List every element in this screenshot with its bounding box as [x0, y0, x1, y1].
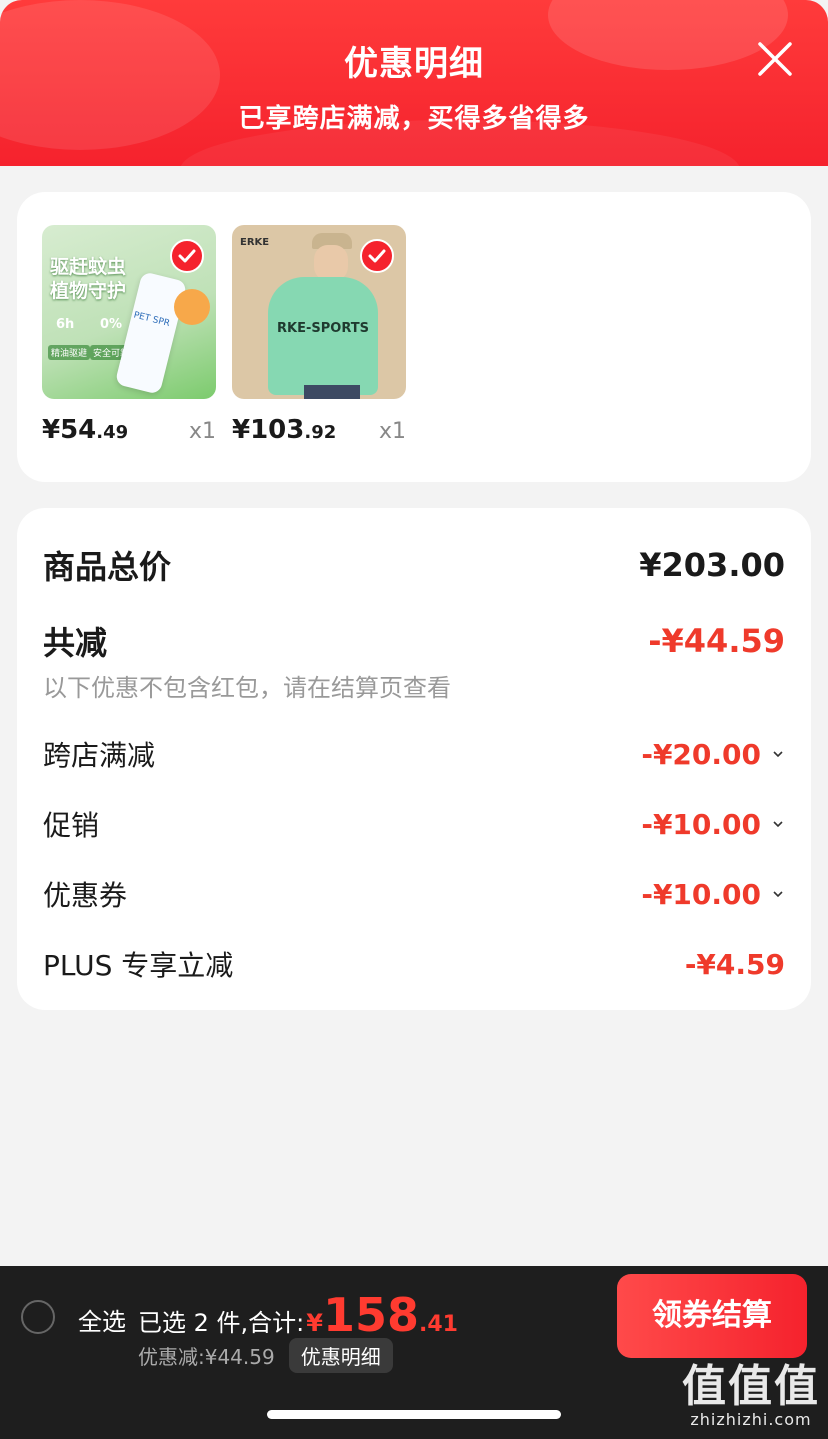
product-image-mosquito-spray: 驱赶蚊虫 植物守护 6h 0% 精油驱避 安全可靠 PET SPR — [42, 225, 216, 399]
red-packet-note: 以下优惠不包含红包，请在结算页查看 — [43, 674, 451, 702]
close-icon — [758, 42, 792, 76]
discount-detail-header: 优惠明细 已享跨店满减，买得多省得多 — [0, 0, 828, 166]
product-price: ¥54.49 — [42, 415, 128, 445]
watermark-logo: 值值值 — [682, 1361, 820, 1412]
discount-amount: -¥10.00 — [641, 807, 761, 841]
currency-symbol: ¥ — [306, 1309, 323, 1337]
discount-row-coupon[interactable]: 优惠券 -¥10.00 — [43, 874, 785, 914]
discount-label: 跨店满减 — [43, 739, 156, 772]
discount-value: -¥20.00 — [641, 738, 785, 771]
product-image-hoodie: ERKE RKE-SPORTS — [232, 225, 406, 399]
checkout-button[interactable]: 领券结算 — [617, 1274, 807, 1358]
discount-row-plus: PLUS 专享立减 -¥4.59 — [43, 944, 785, 984]
thumb-text: PET SPR — [132, 310, 171, 330]
thumb-text: 6h — [56, 317, 75, 332]
chevron-down-icon — [773, 821, 783, 828]
select-all-radio[interactable] — [21, 1300, 55, 1334]
close-button[interactable] — [756, 40, 794, 78]
price-integer: ¥103 — [232, 415, 305, 445]
discount-row-cross-store[interactable]: 跨店满减 -¥20.00 — [43, 734, 785, 774]
discount-label: PLUS 专享立减 — [43, 949, 234, 982]
jeans-shape — [304, 385, 360, 399]
selected-check[interactable] — [360, 239, 394, 273]
discount-row-promotion[interactable]: 促销 -¥10.00 — [43, 804, 785, 844]
total-reduction-row: 共减 -¥44.59 — [43, 618, 785, 664]
product-item[interactable]: ERKE RKE-SPORTS ¥103.92 x1 — [232, 225, 406, 445]
total-decimal: .41 — [418, 1312, 458, 1337]
promo-sticker — [174, 289, 210, 325]
total-reduction-value: -¥44.59 — [648, 622, 785, 660]
thumb-text: 0% — [100, 317, 123, 332]
hoodie-shape: RKE-SPORTS — [268, 277, 378, 395]
discount-label: 优惠券 — [43, 879, 128, 912]
selected-count: 已选 2 件,合计: — [138, 1309, 305, 1337]
discount-summary-text: 优惠减:¥44.59 — [138, 1345, 275, 1369]
product-quantity: x1 — [378, 419, 406, 444]
price-breakdown-card: 商品总价 ¥203.00 共减 -¥44.59 以下优惠不包含红包，请在结算页查… — [17, 508, 811, 1010]
total-integer: 158 — [322, 1288, 419, 1342]
check-icon — [178, 249, 196, 263]
product-price: ¥103.92 — [232, 415, 336, 445]
page-title: 优惠明细 — [344, 44, 484, 84]
site-watermark: 值值值 zhizhizhi.com — [682, 1350, 820, 1429]
thumb-text: 精油驱避 — [48, 345, 91, 360]
discount-amount: -¥20.00 — [641, 737, 761, 771]
selected-check[interactable] — [170, 239, 204, 273]
home-indicator[interactable] — [267, 1410, 561, 1419]
product-quantity: x1 — [188, 419, 216, 444]
total-amount: ¥158.41 — [306, 1288, 458, 1342]
chevron-down-icon — [773, 891, 783, 898]
discount-value: -¥10.00 — [641, 878, 785, 911]
product-item[interactable]: 驱赶蚊虫 植物守护 6h 0% 精油驱避 安全可靠 PET SPR ¥54.49… — [42, 225, 216, 445]
total-price-label: 商品总价 — [43, 548, 172, 586]
discount-value: -¥10.00 — [641, 808, 785, 841]
discount-summary: 优惠减:¥44.59 优惠明细 — [138, 1338, 393, 1373]
thumb-text: 驱赶蚊虫 — [50, 256, 127, 278]
chevron-down-icon — [773, 751, 783, 758]
total-reduction-label: 共减 — [43, 624, 108, 662]
discount-value: -¥4.59 — [684, 947, 785, 981]
total-price-row: 商品总价 ¥203.00 — [43, 542, 785, 588]
price-decimal: .49 — [96, 422, 129, 443]
discount-amount: -¥10.00 — [641, 877, 761, 911]
order-summary: 已选 2 件,合计: ¥158.41 — [138, 1288, 458, 1342]
price-integer: ¥54 — [42, 415, 97, 445]
check-icon — [368, 249, 386, 263]
head-shape — [314, 245, 348, 281]
watermark-url: zhizhizhi.com — [690, 1410, 812, 1429]
page-subtitle: 已享跨店满减，买得多省得多 — [238, 104, 590, 134]
select-all-label[interactable]: 全选 — [78, 1302, 126, 1337]
price-decimal: .92 — [304, 422, 337, 443]
total-price-value: ¥203.00 — [639, 546, 785, 584]
selected-products-card: 驱赶蚊虫 植物守护 6h 0% 精油驱避 安全可靠 PET SPR ¥54.49… — [17, 192, 811, 482]
discount-label: 促销 — [43, 809, 100, 842]
thumb-text: RKE-SPORTS — [277, 321, 369, 336]
discount-detail-button[interactable]: 优惠明细 — [288, 1338, 393, 1373]
thumb-text: 植物守护 — [50, 280, 127, 302]
thumb-text: ERKE — [240, 237, 270, 248]
